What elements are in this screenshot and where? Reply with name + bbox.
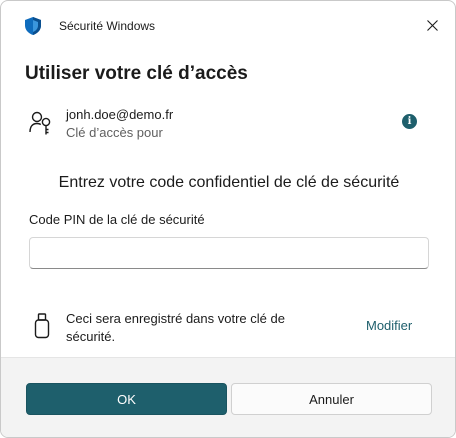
close-button[interactable] [417,13,447,41]
account-subtitle: Clé d’accès pour [66,125,163,140]
modify-link[interactable]: Modifier [366,318,412,333]
cancel-button[interactable]: Annuler [231,383,432,415]
pin-prompt: Entrez votre code confidentiel de clé de… [58,174,400,191]
dialog-footer: OK Annuler [1,357,455,437]
close-icon [426,18,438,36]
title-bar[interactable]: Sécurité Windows [1,1,455,51]
security-dialog: Sécurité Windows Utiliser votre clé d’ac… [0,0,456,438]
ok-button[interactable]: OK [26,383,227,415]
storage-info-text: Ceci sera enregistré dans votre clé de s… [66,311,285,344]
pin-input[interactable] [29,237,429,269]
info-button[interactable]: i [402,114,417,129]
dialog-heading: Utiliser votre clé d’accès [25,63,248,84]
key-user-icon [29,110,55,136]
info-icon: i [407,116,412,127]
pin-label: Code PIN de la clé de sécurité [29,212,205,227]
windows-security-shield-icon [25,17,41,35]
window-title: Sécurité Windows [59,19,156,33]
account-email: jonh.doe@demo.fr [66,107,174,122]
usb-key-icon [34,313,50,339]
